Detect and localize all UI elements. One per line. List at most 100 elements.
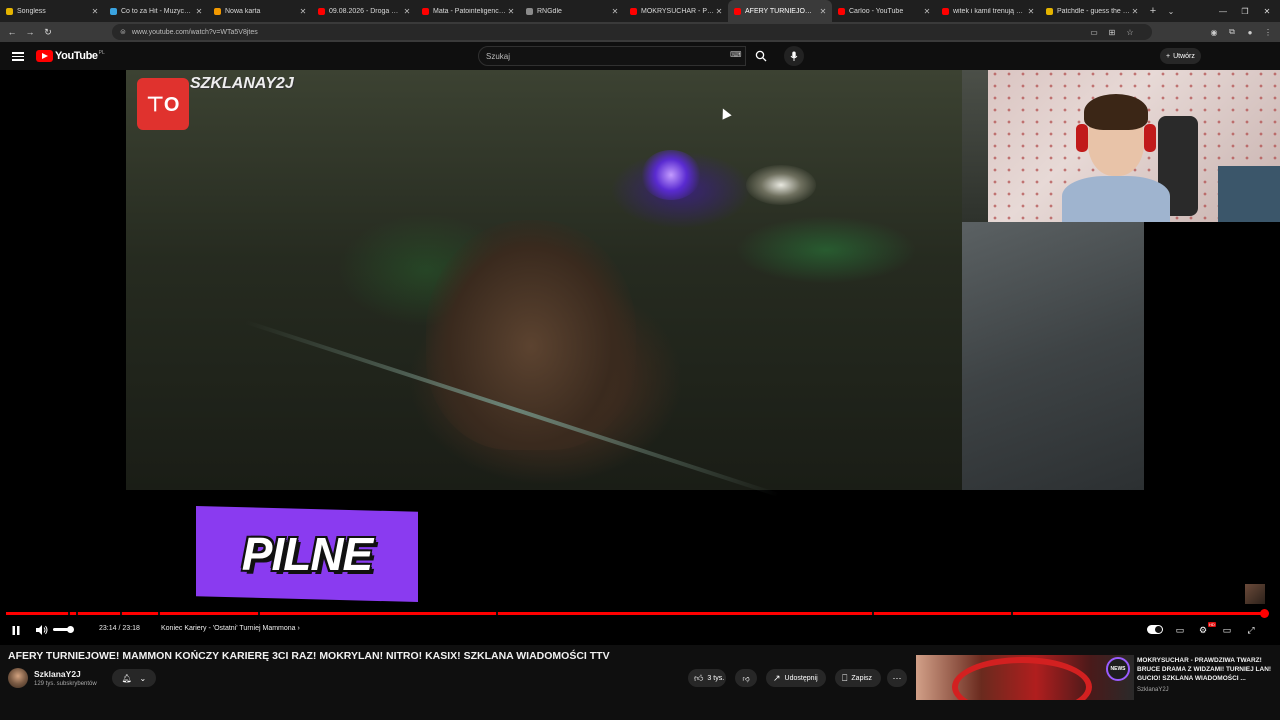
youtube-masthead: YouTube PL Szukaj ⌨ + Utwórz	[0, 42, 1280, 70]
cast-icon[interactable]: ▭	[1088, 24, 1100, 40]
theater-mode-button[interactable]: ▭	[1220, 622, 1234, 638]
mute-button[interactable]	[34, 622, 50, 638]
close-icon[interactable]: ✕	[818, 7, 828, 16]
channel-watermark-logo: ⊤O	[137, 78, 189, 130]
tab-search-icon[interactable]: ⌄	[1162, 7, 1180, 16]
voice-search-button[interactable]	[784, 46, 804, 66]
chapter-title[interactable]: Koniec Kariery - 'Ostatni' Turniej Mammo…	[161, 625, 300, 632]
create-label: Utwórz	[1173, 52, 1195, 60]
tab-droga[interactable]: 09.08.2026 - Droga 20 lat wi✕	[312, 0, 416, 22]
tab-rngdle[interactable]: RNGdle ✕	[520, 0, 624, 22]
close-icon[interactable]: ✕	[298, 7, 308, 16]
pause-button[interactable]	[9, 622, 23, 638]
person-hair	[1084, 94, 1148, 130]
menu-hamburger-icon[interactable]	[12, 50, 24, 62]
tab-mata[interactable]: Mata - Patointeligencja - Yo✕	[416, 0, 520, 22]
share-button[interactable]: ↗ Udostępnij	[766, 669, 826, 687]
close-icon[interactable]: ✕	[1130, 7, 1140, 16]
progress-scrubber[interactable]	[1260, 609, 1269, 618]
more-actions-button[interactable]: ⋯	[887, 669, 907, 687]
reload-icon[interactable]: ↻	[39, 23, 57, 41]
tab-label: Carloo - YouTube	[849, 7, 904, 15]
youtube-logo[interactable]: YouTube PL	[36, 50, 105, 62]
subtitles-icon: ▭	[1175, 624, 1185, 635]
volume-knob[interactable]	[67, 626, 74, 633]
video-title: AFERY TURNIEJOWE! MAMMON KOŃCZY KARIERĘ …	[8, 650, 610, 662]
tab-mokrysuchar[interactable]: MOKRYSUCHAR - PRAWDZIW✕	[624, 0, 728, 22]
tab-new-tab[interactable]: Nowa karta ✕	[208, 0, 312, 22]
headset-right	[1144, 124, 1156, 152]
channel-avatar[interactable]	[8, 668, 28, 688]
forward-icon[interactable]: →	[21, 23, 39, 41]
tab-witek[interactable]: witek i kamil trenują do turni✕	[936, 0, 1040, 22]
tab-afery-turniejowe[interactable]: AFERY TURNIEJOWE! M ✕	[728, 0, 832, 22]
window-close-icon[interactable]: ✕	[1256, 0, 1278, 22]
search-input[interactable]: Szukaj	[478, 46, 746, 66]
close-icon[interactable]: ✕	[506, 7, 516, 16]
end-screen-thumbnail[interactable]	[1245, 584, 1265, 604]
account-icon[interactable]: ●	[1244, 24, 1256, 40]
tab-carloo[interactable]: Carloo - YouTube ✕	[832, 0, 936, 22]
thumbs-up-icon: 👍︎	[694, 672, 704, 683]
video-player[interactable]: ⊤O SZKLANAY2J PILNE	[0, 70, 1280, 645]
tab-co-to-za-hit[interactable]: Co to za Hit - Muzyczny Quiz Hi✕	[104, 0, 208, 22]
back-icon[interactable]: ←	[3, 23, 21, 41]
desk-shape	[1218, 166, 1280, 222]
like-button[interactable]: 👍︎ 3 tys.	[688, 669, 726, 687]
close-icon[interactable]: ✕	[402, 7, 412, 16]
extensions-icon[interactable]: ⧉	[1226, 24, 1238, 40]
close-icon[interactable]: ✕	[1026, 7, 1036, 16]
bookmark-star-icon[interactable]: ☆	[1124, 24, 1136, 40]
mouse-cursor-icon	[718, 106, 732, 120]
recommendation-title[interactable]: MOKRYSUCHAR - PRAWDZIWA TWARZ! BRUCE DRA…	[1137, 656, 1277, 683]
tab-favicon	[214, 7, 221, 15]
close-icon[interactable]: ✕	[194, 7, 204, 16]
stream-frame-edge	[962, 70, 988, 222]
pilne-text: PILNE	[241, 528, 373, 580]
bell-icon: 🔔︎	[121, 673, 132, 683]
pilne-banner: PILNE	[196, 506, 418, 602]
subtitles-button[interactable]: ▭	[1173, 622, 1187, 638]
autoplay-toggle[interactable]	[1147, 625, 1163, 634]
tab-favicon	[422, 7, 429, 15]
minimize-icon[interactable]: —	[1212, 0, 1234, 22]
chevron-right-icon: ›	[295, 625, 300, 632]
save-button[interactable]: ⎕ Zapisz	[835, 669, 881, 687]
tab-favicon	[630, 7, 637, 15]
site-info-icon[interactable]: ⊜	[120, 28, 126, 36]
channel-watermark-text: SZKLANAY2J	[190, 75, 294, 92]
tab-favicon	[110, 7, 117, 15]
mic-icon	[790, 51, 798, 61]
country-code: PL	[98, 50, 105, 56]
tab-patchdle[interactable]: Patchdle - guess the game fr✕	[1040, 0, 1144, 22]
recommendation-thumbnail[interactable]: NEWS	[916, 655, 1134, 700]
subscriber-count: 129 tys. subskrybentów	[34, 681, 97, 687]
close-icon[interactable]: ✕	[90, 7, 100, 16]
new-tab-button[interactable]: +	[1144, 5, 1162, 17]
tab-label: Patchdle - guess the game fr	[1057, 7, 1130, 15]
dislike-button[interactable]: 👎︎	[735, 669, 757, 687]
youtube-wordmark: YouTube	[55, 50, 98, 62]
profile-icon[interactable]: ◉	[1208, 24, 1220, 40]
search-placeholder: Szukaj	[486, 51, 511, 61]
volume-icon	[36, 625, 48, 635]
notifications-button[interactable]: 🔔︎ ⌄	[112, 669, 156, 687]
webcam-overlay	[988, 70, 1280, 222]
menu-icon[interactable]: ⋮	[1262, 24, 1274, 40]
maximize-icon[interactable]: ❐	[1234, 0, 1256, 22]
keyboard-icon[interactable]: ⌨	[730, 50, 742, 59]
close-icon[interactable]: ✕	[714, 7, 724, 16]
volume-slider[interactable]	[53, 626, 74, 633]
progress-bar[interactable]	[6, 609, 1269, 618]
fullscreen-button[interactable]: ⤢	[1244, 622, 1258, 638]
create-button[interactable]: + Utwórz	[1160, 48, 1201, 64]
address-bar[interactable]: ⊜ www.youtube.com/watch?v=WTa5V8jtes	[112, 24, 1152, 40]
browser-tab-strip: Songless ✕ Co to za Hit - Muzyczny Quiz H…	[0, 0, 1280, 22]
install-icon[interactable]: ⊞	[1106, 24, 1118, 40]
pause-icon	[12, 625, 20, 635]
close-icon[interactable]: ✕	[610, 7, 620, 16]
tab-songless[interactable]: Songless ✕	[0, 0, 104, 22]
search-button[interactable]	[748, 46, 774, 66]
close-icon[interactable]: ✕	[922, 7, 932, 16]
channel-name[interactable]: SzklanaY2J	[34, 669, 81, 679]
